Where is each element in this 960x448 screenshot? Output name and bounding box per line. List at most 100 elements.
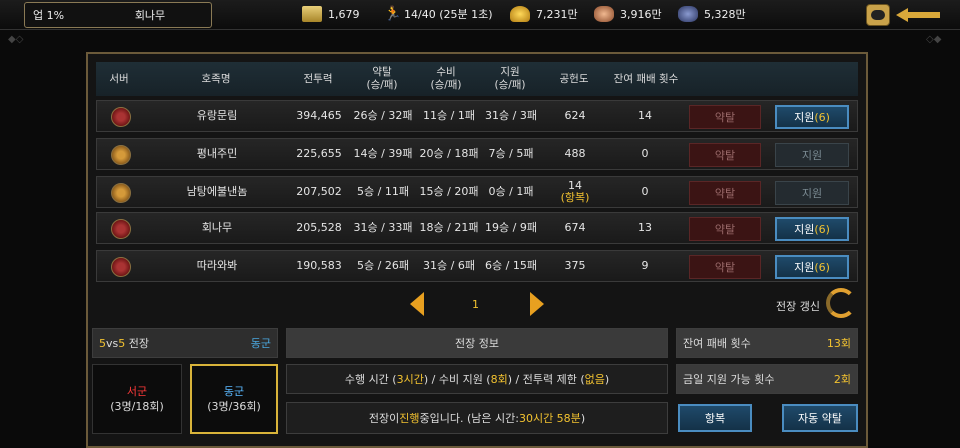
remaining-defeats-cell: 13: [638, 221, 652, 234]
server-emblem-icon: [111, 257, 131, 277]
guild-name-cell: 따라와봐: [196, 259, 238, 272]
pagination: 1 전장 갱신: [96, 286, 858, 322]
raid-button[interactable]: 약탈: [689, 217, 761, 241]
resource-ore: 5,328만: [678, 6, 746, 22]
support-button[interactable]: 지원 (6): [775, 255, 849, 279]
guild-name-cell: 평내주민: [196, 147, 238, 160]
guild-name-cell: 회나무: [201, 221, 233, 234]
team-east-stat: (3명/36회): [207, 400, 261, 413]
raid-button[interactable]: 약탈: [689, 181, 761, 205]
top-bar: 업 1% 회나무 1,679 🏃 14/40 (25분 1초) 7,231만 3…: [0, 0, 960, 30]
guild-rank-box[interactable]: 업 1% 회나무: [24, 2, 212, 28]
contribution-cell: 674: [543, 213, 607, 243]
server-emblem-icon: [111, 145, 131, 165]
resource-value: 1,679: [328, 7, 360, 21]
remaining-defeats-cell: 0: [641, 147, 649, 160]
team-west[interactable]: 서군 (3명/18회): [92, 364, 182, 434]
raid-record-cell: 14승 / 39패: [353, 147, 413, 160]
daily-support-count: 금일 지원 가능 횟수 2회: [676, 364, 858, 394]
col-defense: 수비 (승/패): [430, 66, 462, 91]
support-button[interactable]: 지원 (6): [775, 217, 849, 241]
contribution-value: 624: [564, 109, 586, 122]
power-cell: 394,465: [296, 109, 342, 122]
rank-label: 업 1%: [33, 9, 65, 22]
auto-raid-button[interactable]: 자동 약탈: [782, 404, 858, 432]
battle-mode-panel: 5vs5 전장 동군: [92, 328, 278, 358]
col-support: 지원 (승/패): [494, 66, 526, 91]
guild-name-cell: 유랑문림: [196, 109, 238, 122]
ticket-icon: [302, 6, 322, 22]
resource-food: 3,916만: [594, 6, 662, 22]
chat-button[interactable]: [866, 4, 890, 26]
server-emblem-icon: [111, 107, 131, 127]
support-button[interactable]: 지원: [775, 181, 849, 205]
chat-icon: [871, 10, 885, 20]
col-raid: 약탈 (승/패): [366, 66, 398, 91]
daily-support-label: 금일 지원 가능 횟수: [683, 373, 775, 386]
remaining-defeats-cell: 0: [641, 185, 649, 198]
frame-ornament-left: ◆◇: [8, 34, 24, 45]
table-row: 유랑문림 394,465 26승 / 32패 11승 / 1패 31승 / 3패 624 1…: [96, 100, 858, 132]
resource-value: 14/40 (25분 1초): [404, 8, 493, 21]
table-row: 남탕에불낸놈 207,502 5승 / 11패 15승 / 20패 0승 / 1패 14(…: [96, 176, 858, 208]
team-west-stat: (3명/18회): [110, 400, 164, 413]
guild-name-cell: 남탕에불낸놈: [186, 185, 248, 198]
col-contribution: 공헌도: [559, 72, 589, 85]
col-guild: 호족명: [201, 72, 231, 85]
raid-record-cell: 26승 / 32패: [353, 109, 413, 122]
power-cell: 207,502: [296, 185, 342, 198]
team-west-name: 서군: [126, 385, 148, 398]
contribution-cell: 488: [543, 139, 607, 169]
power-cell: 205,528: [296, 221, 342, 234]
raid-record-cell: 5승 / 11패: [357, 185, 409, 198]
prev-page-icon[interactable]: [410, 292, 424, 316]
daily-support-value: 2회: [833, 373, 851, 386]
contribution-cell: 14 (항복): [543, 177, 607, 207]
battle-mode: 5vs5 전장: [99, 337, 149, 350]
support-record-cell: 31승 / 3패: [485, 109, 537, 122]
server-emblem-icon: [111, 183, 131, 203]
remaining-defeats-label: 잔여 패배 횟수: [683, 337, 751, 350]
raid-record-cell: 31승 / 33패: [353, 221, 413, 234]
table-header: 서버 호족명 전투력 약탈 (승/패) 수비 (승/패) 지원 (승/패) 공헌…: [96, 62, 858, 96]
remaining-defeats-value: 13회: [826, 337, 851, 350]
support-record-cell: 0승 / 1패: [488, 185, 534, 198]
refresh-icon[interactable]: [826, 288, 856, 318]
battle-info-rules: 수행 시간 (3시간) / 수비 지원 (8회) / 전투력 제한 (없음): [286, 364, 668, 394]
resource-value: 5,328만: [704, 8, 746, 21]
resource-ticket: 1,679: [302, 6, 360, 22]
team-east[interactable]: 동군 (3명/36회): [190, 364, 278, 434]
resource-value: 3,916만: [620, 8, 662, 21]
table-row: 회나무 205,528 31승 / 33패 18승 / 21패 19승 / 9패 674 1…: [96, 212, 858, 244]
support-record-cell: 7승 / 5패: [488, 147, 534, 160]
resource-value: 7,231만: [536, 8, 578, 21]
gold-pile-icon: [510, 6, 530, 22]
runner-icon: 🏃: [384, 6, 402, 22]
ore-icon: [678, 6, 698, 22]
frame-ornament-right: ◇◆: [926, 34, 942, 45]
contribution-value: 674: [564, 221, 586, 234]
power-cell: 225,655: [296, 147, 342, 160]
support-record-cell: 6승 / 15패: [485, 259, 537, 272]
resource-gold: 7,231만: [510, 6, 578, 22]
back-arrow-icon[interactable]: [896, 8, 940, 22]
contribution-cell: 624: [543, 101, 607, 131]
contribution-cell: 375: [543, 251, 607, 281]
support-record-cell: 19승 / 9패: [485, 221, 537, 234]
server-emblem-icon: [111, 219, 131, 239]
col-remaining: 잔여 패배 횟수: [613, 72, 679, 85]
my-side: 동군: [250, 337, 271, 350]
battle-info-status: 전장이 진행 중입니다. (남은 시간: 30시간 58분): [286, 402, 668, 434]
raid-button[interactable]: 약탈: [689, 143, 761, 167]
col-server: 서버: [109, 72, 129, 85]
contribution-note: (항복): [560, 191, 590, 204]
next-page-icon[interactable]: [530, 292, 544, 316]
support-button[interactable]: 지원 (6): [775, 105, 849, 129]
contribution-value: 375: [564, 259, 586, 272]
team-east-name: 동군: [223, 385, 245, 398]
raid-button[interactable]: 약탈: [689, 255, 761, 279]
surrender-button[interactable]: 항복: [678, 404, 752, 432]
support-button[interactable]: 지원: [775, 143, 849, 167]
guild-name: 회나무: [134, 9, 166, 22]
raid-button[interactable]: 약탈: [689, 105, 761, 129]
